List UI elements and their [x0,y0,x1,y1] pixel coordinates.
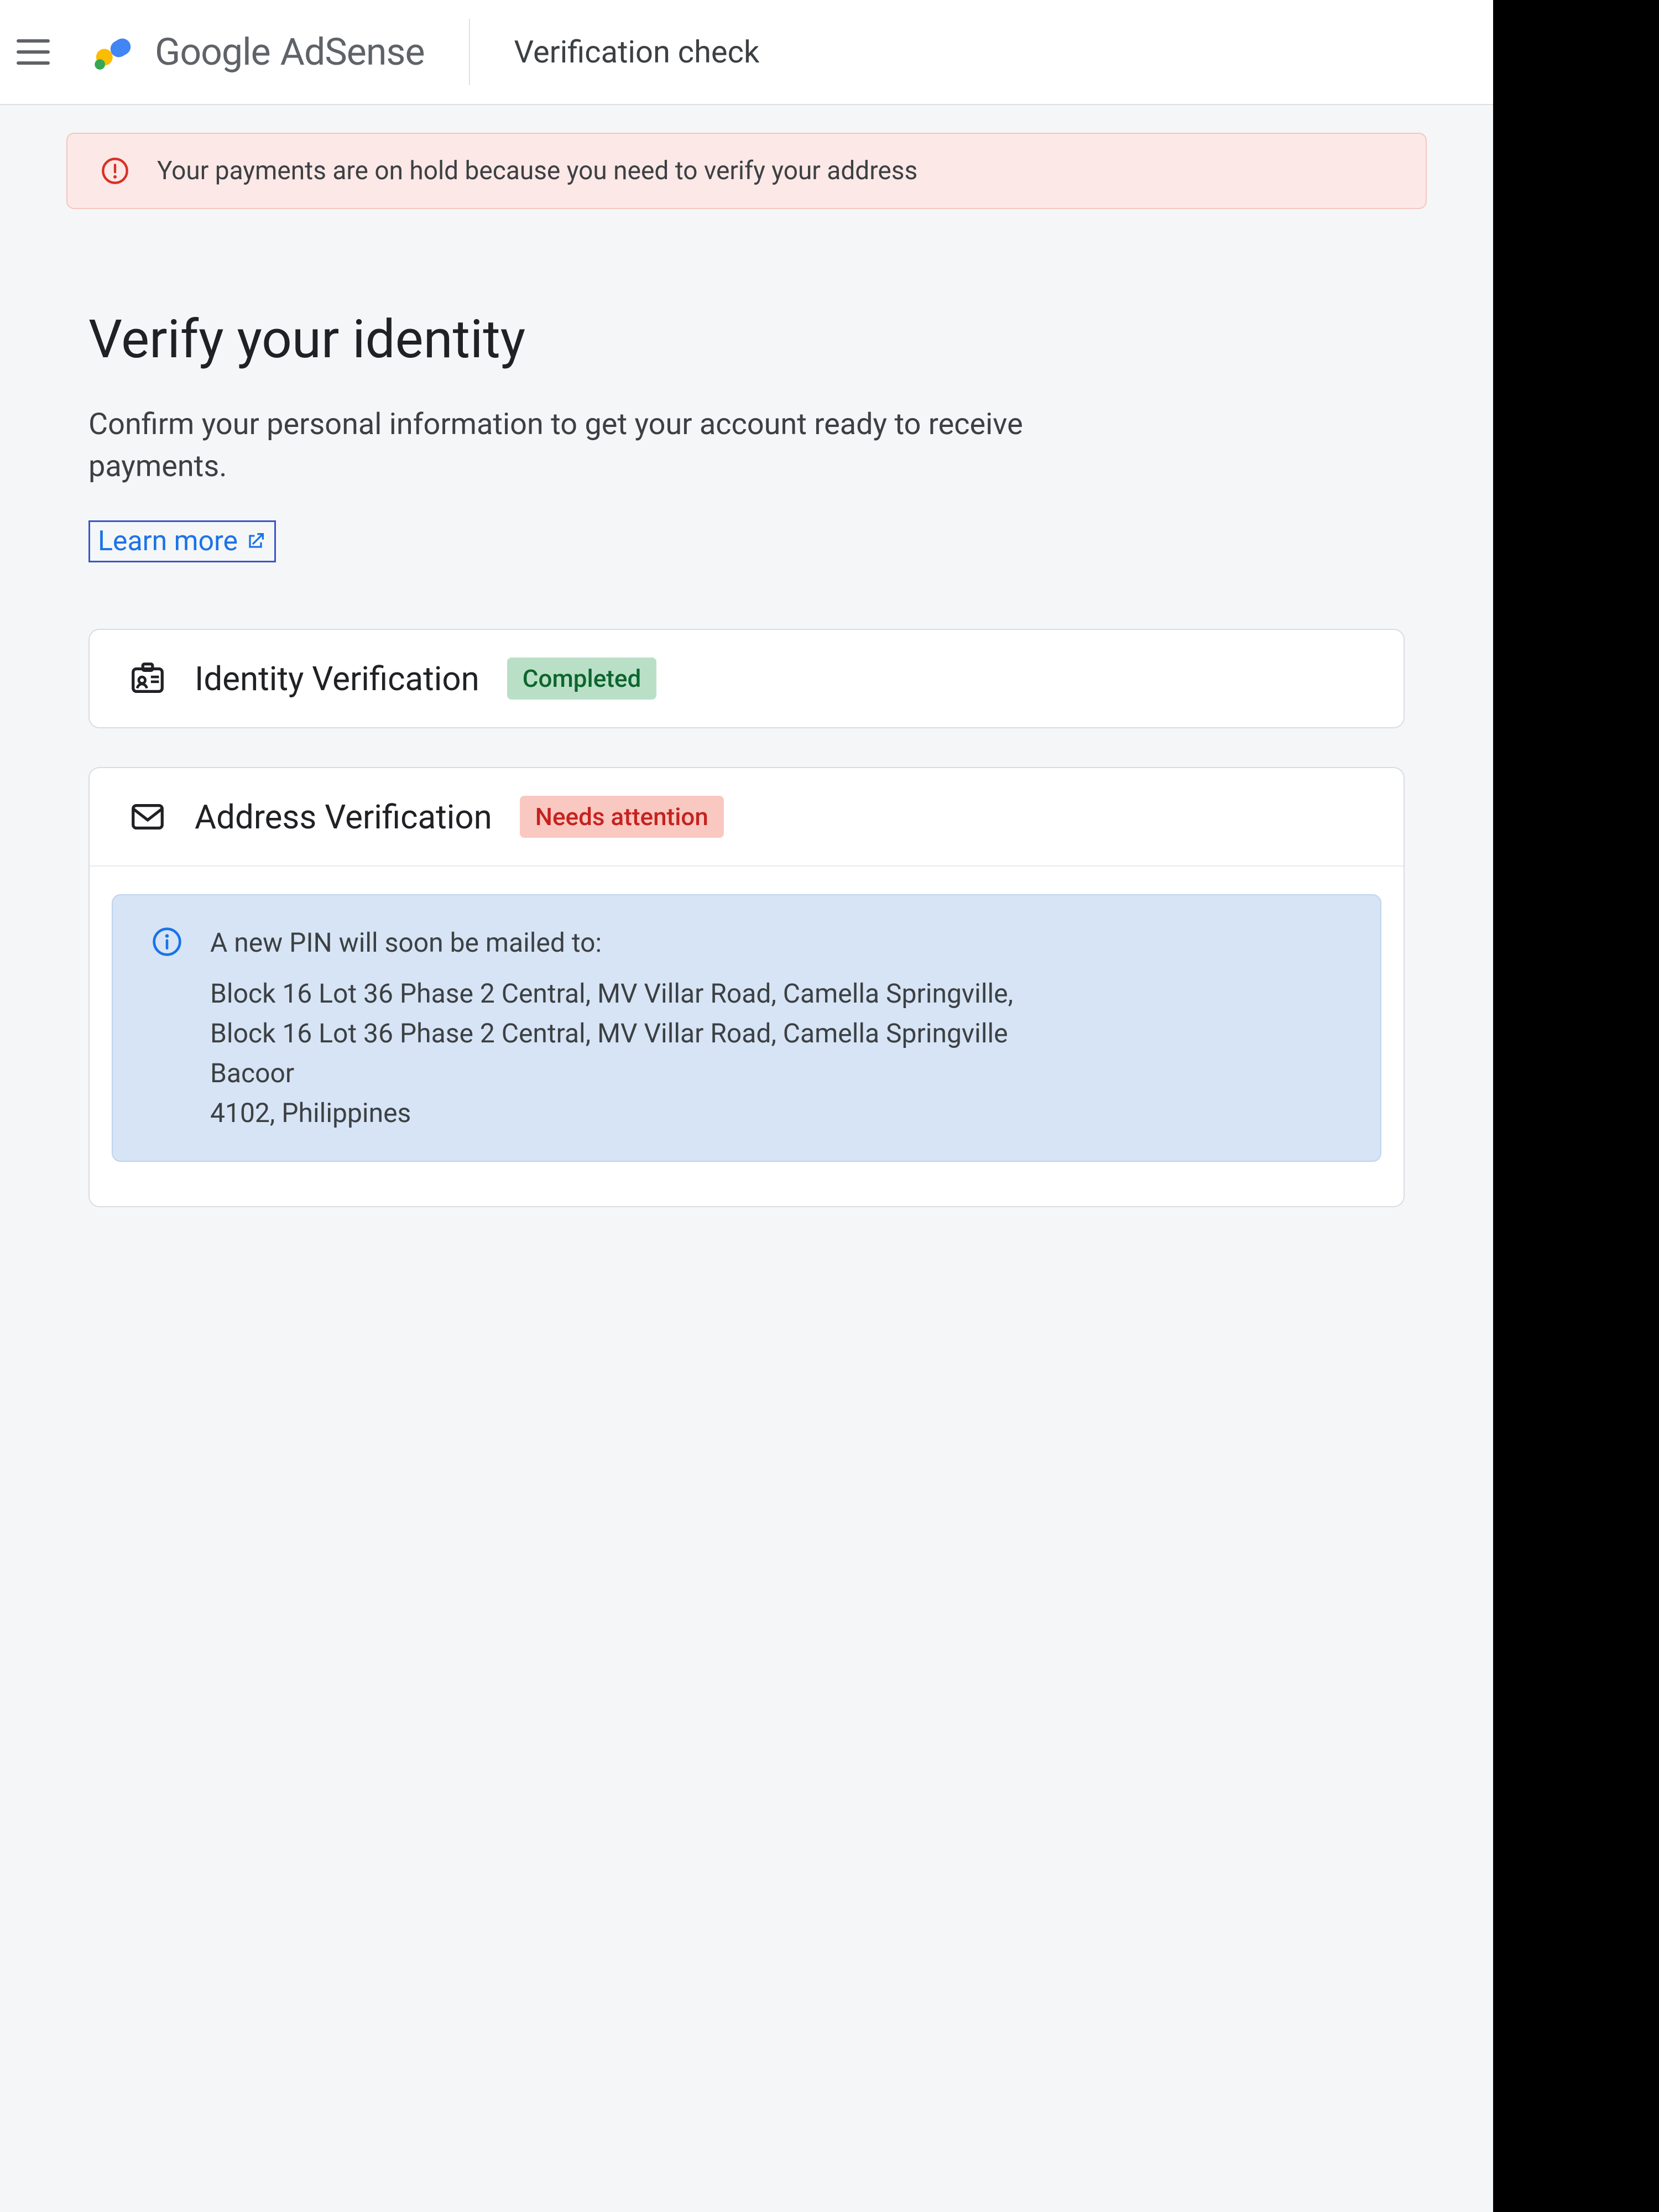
app-screen: Google AdSense Verification check Your p… [0,0,1493,2212]
main-content: Verify your identity Confirm your person… [0,209,1493,1207]
identity-verification-card[interactable]: Identity Verification Completed [88,629,1405,728]
address-verification-card[interactable]: Address Verification Needs attention A n… [88,767,1405,1207]
learn-more-label: Learn more [98,525,238,557]
product-logo[interactable]: Google AdSense [88,27,425,77]
address-status-badge: Needs attention [520,796,724,838]
pin-mailing-body: A new PIN will soon be mailed to: Block … [210,923,1013,1133]
product-name-google: Google [155,30,270,74]
address-line-1: Block 16 Lot 36 Phase 2 Central, MV Vill… [210,974,1013,1014]
pin-info-lead: A new PIN will soon be mailed to: [210,923,1013,963]
address-card-title: Address Verification [195,797,492,837]
id-badge-icon [128,659,167,698]
address-card-header: Address Verification Needs attention [90,768,1404,867]
page-subtitle: Confirm your personal information to get… [88,404,1029,487]
alert-text: Your payments are on hold because you ne… [157,156,917,186]
header-divider [469,19,470,85]
mail-icon [128,797,167,836]
identity-card-header: Identity Verification Completed [90,630,1404,727]
info-icon [152,926,182,957]
learn-more-link[interactable]: Learn more [88,520,276,562]
address-postal-country: 4102, Philippines [210,1093,1013,1133]
external-link-icon [244,530,267,552]
app-header: Google AdSense Verification check [0,0,1493,105]
alert-error-icon [101,156,129,185]
adsense-logo-icon [88,27,138,77]
product-name: Google AdSense [155,30,425,74]
page-breadcrumb: Verification check [514,34,760,70]
product-name-adsense: AdSense [280,30,425,74]
address-city: Bacoor [210,1053,1013,1093]
identity-status-badge: Completed [507,658,657,700]
page-title: Verify your identity [88,309,1405,371]
address-line-2: Block 16 Lot 36 Phase 2 Central, MV Vill… [210,1014,1013,1053]
identity-card-title: Identity Verification [195,659,479,698]
pin-mailing-info: A new PIN will soon be mailed to: Block … [112,894,1381,1162]
alert-banner: Your payments are on hold because you ne… [66,133,1427,209]
menu-button[interactable] [17,30,61,74]
